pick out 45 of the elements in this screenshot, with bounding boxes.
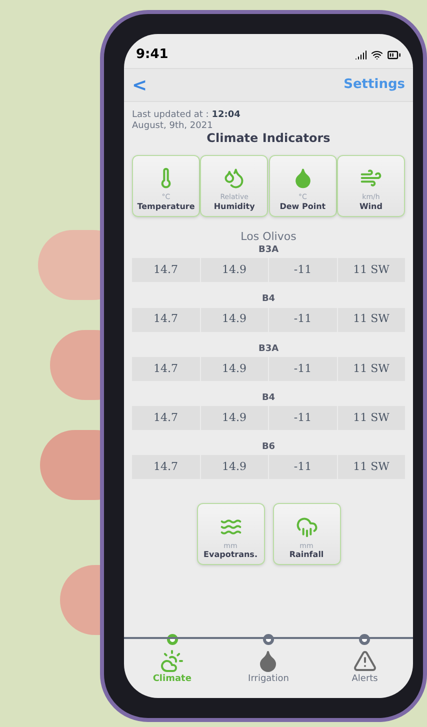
indicator-label: Dew Point bbox=[280, 202, 326, 212]
station-name: B3A bbox=[257, 245, 280, 256]
table-cell: 14.9 bbox=[200, 308, 268, 332]
table-cell: 14.7 bbox=[132, 356, 200, 381]
indicator-label: Evapotrans. bbox=[204, 550, 258, 560]
table-cell: -11 bbox=[269, 356, 336, 381]
table-cell: -11 bbox=[269, 455, 336, 480]
indicator-label: Temperature bbox=[137, 202, 195, 212]
station-name: B4 bbox=[260, 392, 276, 404]
rain-cloud-icon bbox=[296, 516, 318, 538]
indicator-label: Humidity bbox=[214, 202, 255, 212]
date-text: August, 9th, 2021 bbox=[132, 121, 214, 132]
table-cell: -11 bbox=[269, 406, 336, 430]
table-cell: 11 SW bbox=[338, 406, 405, 430]
table-cell: 11 SW bbox=[338, 455, 405, 480]
table-cell: 14.9 bbox=[200, 455, 268, 480]
nav-tab[interactable]: Irrigation bbox=[233, 634, 304, 686]
nav-tab[interactable]: Alerts bbox=[330, 634, 400, 686]
battery-icon bbox=[387, 48, 401, 62]
location-title: Los Olivos bbox=[240, 228, 298, 244]
table-cell: 14.9 bbox=[200, 258, 268, 282]
table-cell: 11 SW bbox=[338, 308, 405, 332]
table-cell: 11 SW bbox=[338, 356, 405, 381]
warning-icon bbox=[352, 648, 377, 672]
station-name: B3A bbox=[257, 344, 280, 355]
wind-icon bbox=[360, 166, 382, 189]
table-cell: 14.7 bbox=[132, 406, 200, 430]
droplets-icon bbox=[223, 166, 246, 189]
table-cell: -11 bbox=[269, 258, 336, 282]
station-name: B4 bbox=[260, 294, 276, 306]
indicator-label: Wind bbox=[359, 202, 382, 212]
station-name: B6 bbox=[260, 442, 276, 454]
table-cell: -11 bbox=[269, 308, 336, 332]
table-cell: 14.7 bbox=[132, 308, 200, 332]
table-cell: 14.7 bbox=[132, 258, 200, 282]
indicator-label: Rainfall bbox=[289, 550, 324, 560]
signal-icon bbox=[355, 49, 367, 61]
last-updated-text: Last updated at : 12:04 bbox=[132, 110, 242, 121]
table-cell: 14.7 bbox=[132, 455, 200, 480]
status-time: 9:41 bbox=[136, 46, 168, 64]
table-cell: 11 SW bbox=[338, 258, 405, 282]
table-cell: 14.9 bbox=[200, 356, 268, 381]
table-cell: 14.9 bbox=[200, 406, 268, 430]
section-title: Climate Indicators bbox=[206, 130, 332, 146]
cloud-sun-icon bbox=[160, 648, 184, 672]
